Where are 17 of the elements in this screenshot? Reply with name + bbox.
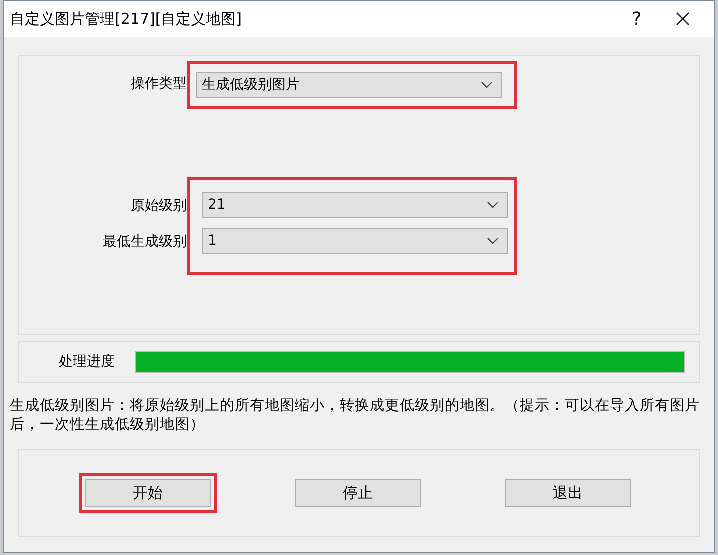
dropdown[interactable]: 1: [202, 228, 508, 254]
window-title: 自定义图片管理[217][自定义地图]: [10, 10, 244, 28]
description-text: 生成低级别图片：将原始级别上的所有地图缩小，转换成更低级别的地图。（提示：可以在导入所有图片后，一次性生成低级别地图）: [10, 397, 700, 435]
dialog-button[interactable]: 停止: [295, 479, 421, 507]
chevron-down-icon: [487, 201, 499, 209]
dropdown[interactable]: 生成低级别图片: [196, 72, 502, 98]
progress-label: 处理进度: [59, 353, 116, 371]
chevron-down-icon: [487, 237, 499, 245]
close-icon: [675, 11, 691, 27]
field-label: 操作类型: [131, 75, 187, 94]
dropdown[interactable]: 21: [202, 192, 508, 218]
dialog-button[interactable]: 退出: [505, 479, 631, 507]
field-label: 最低生成级别: [103, 233, 187, 252]
field-label: 原始级别: [131, 197, 187, 216]
dialog-button[interactable]: 开始: [85, 479, 211, 507]
help-button[interactable]: ?: [614, 1, 660, 37]
chevron-down-icon: [481, 81, 493, 89]
